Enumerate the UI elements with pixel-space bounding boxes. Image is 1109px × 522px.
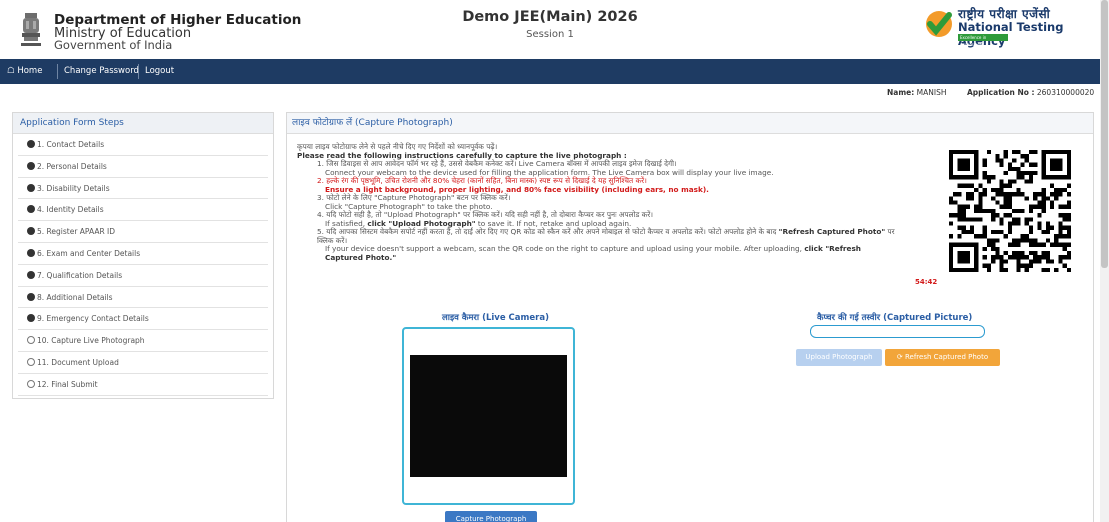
name-label: Name: xyxy=(887,88,915,97)
nav-home[interactable]: ☖ Home xyxy=(7,59,42,84)
sidebar-step-label: 12. Final Submit xyxy=(37,379,98,389)
sidebar-step-11[interactable]: 11. Document Upload xyxy=(18,352,268,374)
sidebar-step-label: 2. Personal Details xyxy=(37,161,107,171)
captured-picture-box xyxy=(810,325,985,338)
header: Department of Higher Education Ministry … xyxy=(0,0,1100,58)
scrollbar-thumb[interactable] xyxy=(1101,0,1108,268)
capture-photograph-button[interactable]: Capture Photograph xyxy=(445,511,537,522)
sidebar-step-10[interactable]: 10. Capture Live Photograph xyxy=(18,330,268,352)
sidebar-step-label: 5. Register APAAR ID xyxy=(37,227,116,237)
step-pending-icon xyxy=(27,379,35,388)
step-complete-icon xyxy=(27,314,35,323)
step-complete-icon xyxy=(27,140,35,148)
sidebar-step-8[interactable]: 8. Additional Details xyxy=(18,287,268,309)
sidebar-step-4[interactable]: 4. Identity Details xyxy=(18,199,268,222)
name-value: MANISH xyxy=(916,88,947,97)
upload-photograph-button[interactable]: Upload Photograph xyxy=(796,349,882,366)
application-value: 260310000020 xyxy=(1036,88,1095,97)
instruction-5-hindi-bold: "Refresh Captured Photo" xyxy=(778,227,886,236)
step-complete-icon xyxy=(27,292,35,301)
refresh-button-label: Refresh Captured Photo xyxy=(904,353,989,361)
sidebar-step-12[interactable]: 12. Final Submit xyxy=(18,374,268,396)
application-label: Application No : xyxy=(967,88,1035,97)
nta-logo-icon xyxy=(926,11,952,37)
sidebar-step-7[interactable]: 7. Qualification Details xyxy=(18,265,268,287)
instruction-5-pre: If your device doesn't support a webcam,… xyxy=(325,244,805,253)
page: Department of Higher Education Ministry … xyxy=(0,0,1109,522)
live-camera-title: लाइव कैमरा (Live Camera) xyxy=(442,313,549,323)
sidebar-list: 1. Contact Details 2. Personal Details 3. … xyxy=(13,134,273,396)
top-navbar: ☖ Home Change Password Logout xyxy=(0,59,1100,84)
step-pending-icon xyxy=(27,357,35,366)
sidebar-step-label: 7. Qualification Details xyxy=(37,270,123,280)
nav-change-password[interactable]: Change Password xyxy=(64,59,139,84)
user-info-bar: Name: MANISH Application No : 2603100000… xyxy=(0,88,1100,102)
application-number-field: Application No : 260310000020 xyxy=(967,88,1094,97)
nav-divider xyxy=(138,64,139,79)
capture-photo-panel: लाइव फोटोग्राफ लें (Capture Photograph) … xyxy=(286,112,1094,522)
sidebar-step-label: 10. Capture Live Photograph xyxy=(37,336,145,346)
instructions: कृपया लाइव फोटोग्राफ लेने से पहले नीचे द… xyxy=(297,142,897,262)
nav-logout[interactable]: Logout xyxy=(145,59,174,84)
sidebar-step-1[interactable]: 1. Contact Details xyxy=(18,134,268,156)
captured-picture-title: कैप्चर की गई तस्वीर (Captured Picture) xyxy=(817,313,973,323)
live-camera-feed xyxy=(410,355,567,477)
instruction-5-english: If your device doesn't support a webcam,… xyxy=(297,244,897,262)
name-field: Name: MANISH xyxy=(887,88,946,97)
sidebar-step-3[interactable]: 3. Disability Details xyxy=(18,178,268,200)
application-steps-sidebar: Application Form Steps 1. Contact Detail… xyxy=(12,112,274,399)
sidebar-title: Application Form Steps xyxy=(13,113,273,134)
nta-tagline: Excellence in Assessment xyxy=(958,34,1008,47)
step-complete-icon xyxy=(27,227,35,236)
nav-divider xyxy=(57,64,58,79)
home-icon: ☖ xyxy=(7,66,15,76)
step-complete-icon xyxy=(27,161,35,170)
step-complete-icon xyxy=(27,205,35,214)
instruction-5-hindi: 5. यदि आपका सिस्टम वेबकैम सपोर्ट नहीं कर… xyxy=(297,227,897,245)
step-complete-icon xyxy=(27,270,35,279)
sidebar-step-label: 3. Disability Details xyxy=(37,183,110,193)
sidebar-step-6[interactable]: 6. Exam and Center Details xyxy=(18,243,268,265)
refresh-captured-photo-button[interactable]: ⟳ Refresh Captured Photo xyxy=(885,349,1000,366)
sidebar-step-label: 1. Contact Details xyxy=(37,140,105,149)
sidebar-step-label: 9. Emergency Contact Details xyxy=(37,314,149,324)
sidebar-step-label: 11. Document Upload xyxy=(37,357,119,367)
sidebar-step-9[interactable]: 9. Emergency Contact Details xyxy=(18,308,268,331)
step-complete-icon xyxy=(27,183,35,192)
step-pending-icon xyxy=(27,336,35,345)
sidebar-step-label: 4. Identity Details xyxy=(37,205,104,215)
instruction-5-hindi-text: 5. यदि आपका सिस्टम वेबकैम सपोर्ट नहीं कर… xyxy=(317,227,777,236)
government-name: Government of India xyxy=(54,38,173,52)
live-camera-box xyxy=(402,327,575,505)
refresh-icon: ⟳ xyxy=(896,353,903,361)
sidebar-step-label: 8. Additional Details xyxy=(37,292,113,302)
panel-title: लाइव फोटोग्राफ लें (Capture Photograph) xyxy=(287,113,1093,134)
step-complete-icon xyxy=(27,248,35,257)
nav-home-label: Home xyxy=(17,66,43,76)
countdown-timer: 54:42 xyxy=(915,278,938,286)
qr-code-icon xyxy=(949,150,1071,272)
sidebar-step-label: 6. Exam and Center Details xyxy=(37,248,141,258)
sidebar-step-2[interactable]: 2. Personal Details xyxy=(18,156,268,178)
sidebar-step-5[interactable]: 5. Register APAAR ID xyxy=(18,221,268,243)
